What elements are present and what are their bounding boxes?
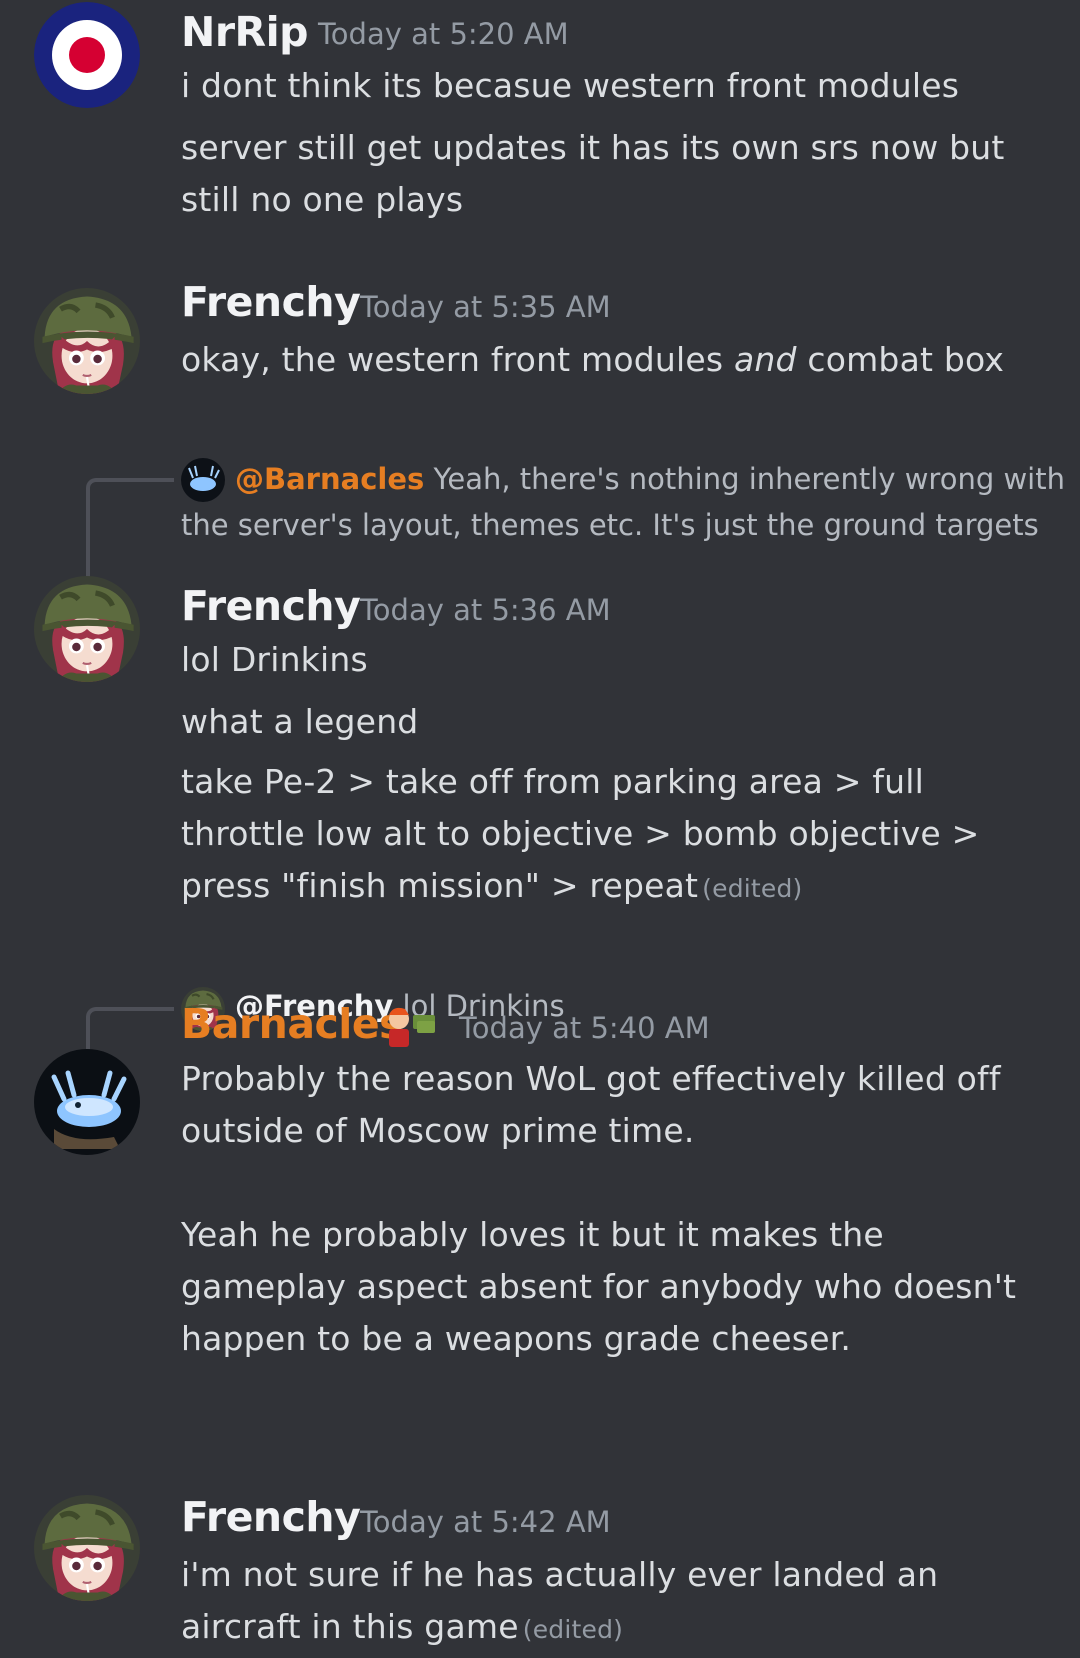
username[interactable]: Frenchy <box>181 1493 361 1541</box>
edited-marker: (edited) <box>702 874 803 903</box>
username[interactable]: Frenchy <box>181 278 361 326</box>
raf-roundel-avatar[interactable] <box>34 2 140 108</box>
helmet-girl-avatar[interactable] <box>34 576 140 682</box>
reply-preview-continued[interactable]: the server's layout, themes etc. It's ju… <box>181 508 1039 542</box>
message-line: Yeah he probably loves it but it makes t… <box>181 1215 884 1254</box>
message-frenchy-535: Frenchy Today at 5:35 AM okay, the weste… <box>0 278 1080 400</box>
fry-money-icon <box>389 1007 435 1047</box>
username[interactable]: Frenchy <box>181 582 361 630</box>
message-line: okay, the western front modules and comb… <box>181 340 1005 379</box>
message-line: happen to be a weapons grade cheeser. <box>181 1319 852 1358</box>
message-line: Probably the reason WoL got effectively … <box>181 1059 1001 1098</box>
message-line: still no one plays <box>181 180 464 219</box>
reply-spine <box>86 1007 174 1049</box>
sea-slug-icon <box>34 1049 140 1155</box>
blue-sea-slug-avatar[interactable] <box>34 1049 140 1155</box>
sea-slug-avatar-small[interactable] <box>181 458 225 502</box>
fry-money-emoji-badge <box>383 1005 439 1049</box>
roundel-icon <box>34 2 140 108</box>
helmet-girl-avatar[interactable] <box>34 288 140 394</box>
helmet-girl-icon <box>34 576 140 682</box>
timestamp: Today at 5:35 AM <box>360 290 611 324</box>
message-line: aircraft in this game (edited) <box>181 1607 624 1646</box>
message-barnacles-540: @Frenchy lol Drinkins Barnacles Today at… <box>0 975 1080 1435</box>
message-line: press "finish mission" > repeat (edited) <box>181 866 803 905</box>
message-line: throttle low alt to objective > bomb obj… <box>181 814 980 853</box>
message-line: server still get updates it has its own … <box>181 128 1005 167</box>
helmet-girl-icon <box>34 288 140 394</box>
message-line: outside of Moscow prime time. <box>181 1111 695 1150</box>
timestamp: Today at 5:42 AM <box>360 1505 611 1539</box>
message-nrrip: NrRip Today at 5:20 AM i dont think its … <box>0 0 1080 240</box>
timestamp: Today at 5:40 AM <box>459 1011 710 1045</box>
sea-slug-icon <box>181 458 225 502</box>
edited-marker: (edited) <box>522 1615 624 1644</box>
message-frenchy-536: @Barnacles Yeah, there's nothing inheren… <box>0 440 1080 940</box>
message-line: take Pe-2 > take off from parking area >… <box>181 762 924 801</box>
message-line: what a legend <box>181 702 419 741</box>
timestamp: Today at 5:36 AM <box>360 593 611 627</box>
message-frenchy-542: Frenchy Today at 5:42 AM i'm not sure if… <box>0 1493 1080 1658</box>
timestamp: Today at 5:20 AM <box>318 17 569 51</box>
message-line: i'm not sure if he has actually ever lan… <box>181 1555 939 1594</box>
message-line: i dont think its becasue western front m… <box>181 66 960 105</box>
reply-preview[interactable]: @Barnacles Yeah, there's nothing inheren… <box>235 462 1065 496</box>
username[interactable]: Barnacles <box>181 1000 404 1048</box>
message-line: gameplay aspect absent for anybody who d… <box>181 1267 1017 1306</box>
message-line: lol Drinkins <box>181 640 368 679</box>
username[interactable]: NrRip <box>181 8 309 56</box>
helmet-girl-avatar[interactable] <box>34 1495 140 1601</box>
helmet-girl-icon <box>34 1495 140 1601</box>
